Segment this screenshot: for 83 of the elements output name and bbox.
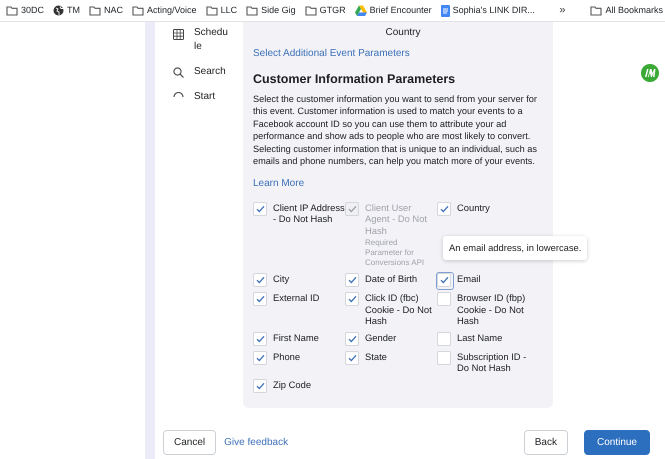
sidebar-item[interactable]: Search [194,64,226,79]
checkbox[interactable] [253,350,267,365]
checkmark-icon [256,295,264,304]
checkbox-label: Subscription ID - Do Not Hash [457,350,528,374]
checkbox-label: External ID [273,292,320,304]
list-item: Country [384,26,422,40]
checkmark-icon [256,334,264,343]
event-parameters-link[interactable]: Select Additional Event Parameters [253,46,410,61]
checkbox[interactable] [437,332,451,346]
checkbox[interactable] [345,292,359,306]
sidebar-item[interactable]: Start [194,89,216,104]
checkbox[interactable] [253,292,267,306]
helper-text: Required Parameter for Conversions API [365,238,426,268]
checkbox[interactable] [253,332,267,346]
folder-icon[interactable] [132,5,144,16]
checkmark-icon [348,334,356,343]
folder-icon[interactable] [246,5,258,16]
folder-icon[interactable] [6,5,18,16]
bookmark-link[interactable]: LLC [220,4,238,18]
checkbox[interactable] [253,273,267,288]
description-text: Select the customer information you want to send from your server for this event. Customer information is used to match your events to a Facebook account ID so you can use them to attribute your ad performance and show ads to people who are most likely to convert. Selecting customer information that is unique to an individual, such as emails and phone numbers, can help you match more of your events. [253,92,538,168]
checkbox-label: Browser ID (fbp) Cookie - Do Not Hash [457,292,526,327]
cancel-button[interactable]: Cancel [163,430,216,455]
checkbox[interactable] [437,273,451,288]
folder-icon[interactable] [89,5,102,16]
checkbox-label: City [273,273,290,285]
checkbox-label: Client User Agent - Do Not Hash [365,202,428,236]
checkbox-label: Zip Code [273,378,312,390]
checkmark-icon [440,204,448,213]
bookmark-link[interactable]: All Bookmarks [605,4,663,18]
checkmark-icon [256,276,264,284]
checkbox[interactable] [345,273,359,288]
avatar-icon[interactable] [641,64,659,82]
checkbox-label: Client IP Address - Do Not Hash [273,202,345,225]
checkbox-label: Phone [273,350,300,362]
checkmark-icon [256,382,264,390]
document-icon[interactable] [440,4,450,16]
folder-icon[interactable] [590,5,602,16]
drive-icon[interactable] [354,5,367,16]
bookmark-link[interactable]: 30DC [21,4,44,18]
checkbox-label: First Name [273,332,319,344]
checkbox[interactable] [345,332,359,346]
overflow-chevron[interactable]: » [559,2,566,19]
bookmark-link[interactable]: Acting/Voice [147,4,197,18]
checkbox[interactable] [437,202,451,216]
checkmark-icon [348,295,356,304]
sidebar-item[interactable]: Schedule [194,26,230,54]
checkbox-label: Gender [365,332,396,344]
calendar-icon [173,29,184,40]
start-icon [173,92,184,98]
checkbox-label: State [365,350,387,362]
checkbox[interactable] [345,350,359,365]
bookmark-link[interactable]: GTGR [320,4,346,18]
checkbox-label: Email [457,273,480,285]
checkbox-label: Country [457,202,490,214]
checkbox[interactable] [437,350,451,365]
checkmark-icon [440,276,448,284]
tooltip: An email address, in lowercase. [443,236,588,260]
checkmark-icon [348,276,356,284]
folder-icon[interactable] [206,5,218,16]
bookmark-link[interactable]: Brief Encounter [370,4,432,18]
globe-icon[interactable] [53,5,64,16]
checkmark-icon [256,354,264,362]
bookmark-link[interactable]: TM [67,4,80,18]
bookmark-link[interactable]: Sophia's LINK DIR... [452,4,535,18]
checkbox[interactable] [253,378,267,393]
bookmark-link[interactable]: NAC [104,4,124,18]
learn-more-link[interactable]: Learn More [253,176,304,191]
section-title: Customer Information Parameters [253,71,456,88]
search-icon [173,67,184,78]
checkbox[interactable] [253,202,267,216]
checkmark-icon [256,204,264,213]
bookmark-link[interactable]: Side Gig [261,4,296,18]
checkbox[interactable] [437,292,451,306]
back-button[interactable]: Back [524,430,568,455]
folder-icon[interactable] [304,5,317,16]
checkmark-icon [348,204,356,213]
checkmark-icon [348,354,356,362]
feedback-link[interactable]: Give feedback [224,435,288,450]
checkbox-label: Date of Birth [365,273,418,285]
checkbox-label: Last Name [457,332,502,344]
continue-button[interactable]: Continue [584,430,650,455]
checkbox-label: Click ID (fbc) Cookie - Do Not Hash [365,292,433,327]
